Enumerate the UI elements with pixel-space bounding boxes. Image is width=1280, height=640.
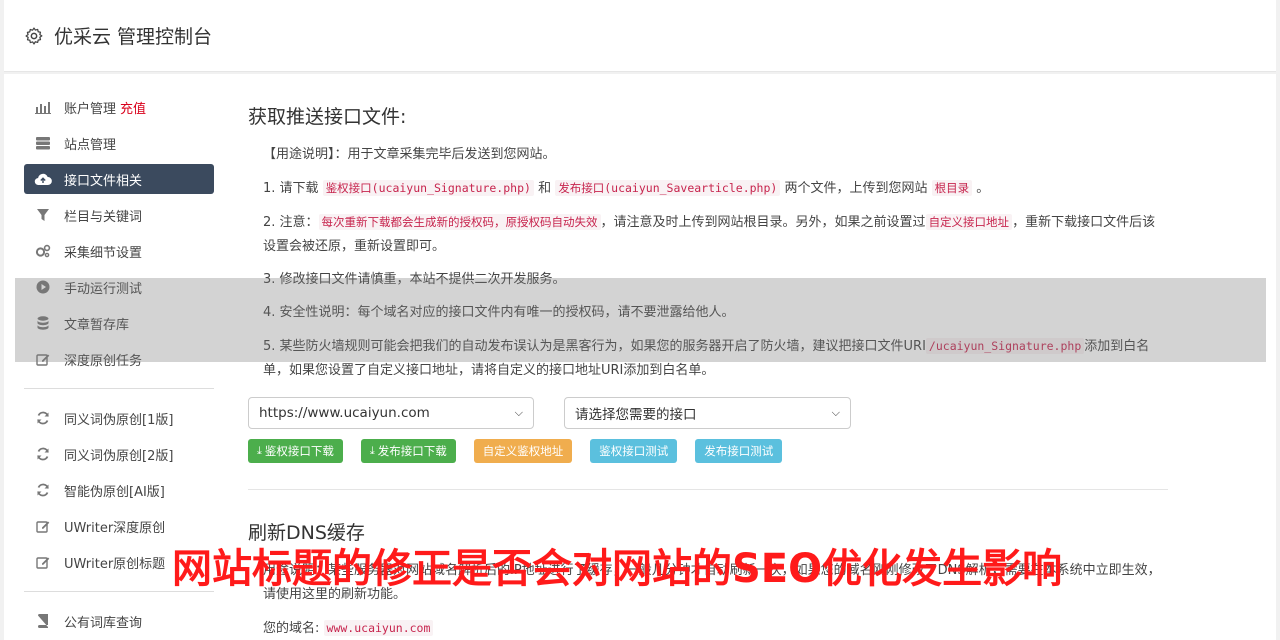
section-divider: [248, 489, 1168, 490]
instruction-1: 1. 请下载 鉴权接口(ucaiyun_Signature.php) 和 发布接…: [248, 176, 1168, 201]
instruction-3: 3. 修改接口文件请慎重，本站不提供二次开发服务。: [263, 272, 566, 287]
publish-download-button[interactable]: ⤓ 发布接口下载: [360, 439, 456, 463]
instruction-5: 5. 某些防火墙规则可能会把我们的自动发布误认为是黑客行为，如果您的服务器开启了…: [248, 334, 1168, 383]
chevron-down-icon: ⌵: [831, 406, 840, 419]
button-label: 鉴权接口下载: [264, 444, 334, 458]
text: ，请注意及时上传到网站根目录。另外，如果之前设置过: [600, 215, 926, 230]
sidebar-item-label: 栏目与关键词: [64, 209, 143, 225]
sidebar-item-label: 同义词伪原创[1版]: [64, 412, 174, 428]
text: 和: [538, 181, 552, 196]
bar-chart-icon: [34, 98, 52, 116]
top-header: 优采云 管理控制台: [4, 0, 1276, 72]
text: 5. 某些防火墙规则可能会把我们的自动发布误认为是黑客行为，如果您的服务器开启了…: [263, 339, 926, 354]
button-row: ⤓ 鉴权接口下载 ⤓ 发布接口下载 自定义鉴权地址 鉴权接口测试 发布接口测试: [248, 439, 1168, 463]
watermark-headline: 网站标题的修正是否会对网站的SEO优化发生影响: [172, 546, 1063, 592]
code-custom-url: 自定义接口地址: [925, 214, 1013, 230]
sidebar-item-columns-keywords[interactable]: 栏目与关键词: [24, 200, 214, 230]
sidebar-item-label: UWriter原创标题: [64, 556, 166, 572]
publish-test-button[interactable]: 发布接口测试: [695, 439, 783, 463]
cogs-icon: [34, 242, 52, 260]
sidebar-item-label: 公有词库查询: [64, 615, 143, 631]
sidebar-item-label: 采集细节设置: [64, 245, 143, 261]
text: 2. 注意：: [263, 215, 319, 230]
instruction-4: 4. 安全性说明：每个域名对应的接口文件内有唯一的授权码，请不要泄露给他人。: [263, 305, 735, 320]
text: 1. 请下载: [263, 181, 319, 196]
auth-download-button[interactable]: ⤓ 鉴权接口下载: [248, 439, 343, 463]
refresh-icon: [34, 409, 52, 427]
recharge-link[interactable]: 充值: [120, 98, 146, 117]
sidebar-item-collect-settings[interactable]: 采集细节设置: [24, 236, 214, 266]
sidebar-item-ai-rewrite[interactable]: 智能伪原创[AI版]: [24, 475, 214, 505]
cloud-upload-icon: [34, 170, 52, 188]
sidebar-item-label: UWriter深度原创: [64, 520, 166, 536]
gear-icon: [25, 26, 43, 45]
button-label: 发布接口下载: [377, 444, 447, 458]
text: 。: [976, 181, 990, 196]
auth-test-button[interactable]: 鉴权接口测试: [590, 439, 678, 463]
sidebar-item-label: 深度原创任务: [64, 353, 143, 369]
page-title: 优采云 管理控制台: [54, 26, 213, 48]
api-select[interactable]: 请选择您需要的接口 ⌵: [564, 397, 851, 429]
sidebar-item-synonym-v2[interactable]: 同义词伪原创[2版]: [24, 439, 214, 469]
sidebar-item-label: 智能伪原创[AI版]: [64, 484, 165, 500]
refresh-icon: [34, 445, 52, 463]
sidebar-item-manual-run[interactable]: 手动运行测试: [24, 272, 214, 302]
sidebar-item-account[interactable]: 账户管理 充值: [24, 92, 214, 122]
download-icon: ⤓: [369, 444, 375, 457]
edit-icon: [34, 553, 52, 571]
code-root-dir: 根目录: [931, 180, 973, 196]
section-title: 获取推送接口文件:: [248, 106, 407, 128]
sidebar-item-label: 站点管理: [64, 137, 117, 153]
domain-value: www.ucaiyun.com: [323, 620, 434, 636]
api-select-value: 请选择您需要的接口: [575, 407, 697, 423]
chevron-down-icon: ⌵: [514, 406, 523, 419]
sidebar-item-label: 同义词伪原创[2版]: [64, 448, 174, 464]
site-select[interactable]: https://www.ucaiyun.com ⌵: [248, 397, 534, 429]
server-icon: [34, 134, 52, 152]
code-auth-file: 鉴权接口(ucaiyun_Signature.php): [322, 180, 534, 196]
sidebar-item-label: 手动运行测试: [64, 281, 143, 297]
code-publish-file: 发布接口(ucaiyun_Savearticle.php): [555, 180, 781, 196]
book-icon: [34, 612, 52, 630]
text: 两个文件，上传到您网站: [784, 181, 928, 196]
domain-label: 您的域名:: [263, 621, 320, 636]
sidebar-item-label: 文章暂存库: [64, 317, 130, 333]
database-icon: [34, 314, 52, 332]
edit-icon: [34, 350, 52, 368]
button-label: 自定义鉴权地址: [482, 444, 564, 458]
sidebar-item-article-storage[interactable]: 文章暂存库: [24, 308, 214, 338]
sidebar-item-public-lexicon[interactable]: 公有词库查询: [24, 606, 214, 636]
refresh-icon: [34, 481, 52, 499]
sidebar-item-label: 账户管理: [64, 101, 117, 117]
button-label: 发布接口测试: [704, 444, 774, 458]
domain-row: 您的域名: www.ucaiyun.com: [248, 616, 1168, 640]
code-warning: 每次重新下载都会生成新的授权码，原授权码自动失效: [318, 214, 601, 230]
filter-icon: [34, 206, 52, 224]
sidebar-item-sites[interactable]: 站点管理: [24, 128, 214, 158]
usage-text: 【用途说明】：用于文章采集完毕后发送到您网站。: [263, 147, 556, 162]
sidebar-item-deep-original[interactable]: 深度原创任务: [24, 344, 214, 374]
sidebar-item-label: 接口文件相关: [64, 173, 143, 189]
instruction-2: 2. 注意： 每次重新下载都会生成新的授权码，原授权码自动失效 ，请注意及时上传到网…: [248, 210, 1168, 259]
button-label: 鉴权接口测试: [599, 444, 669, 458]
sidebar-item-synonym-v1[interactable]: 同义词伪原创[1版]: [24, 403, 214, 433]
download-icon: ⤓: [257, 444, 262, 457]
sidebar-divider: [24, 388, 214, 389]
site-select-value: https://www.ucaiyun.com: [259, 405, 430, 421]
edit-icon: [34, 517, 52, 535]
play-circle-icon: [34, 278, 52, 296]
select-row: https://www.ucaiyun.com ⌵ 请选择您需要的接口 ⌵: [248, 397, 1168, 429]
custom-auth-button[interactable]: 自定义鉴权地址: [473, 439, 573, 463]
sidebar-item-api-files[interactable]: 接口文件相关: [24, 164, 214, 194]
code-uri: /ucaiyun_Signature.php: [925, 338, 1085, 354]
